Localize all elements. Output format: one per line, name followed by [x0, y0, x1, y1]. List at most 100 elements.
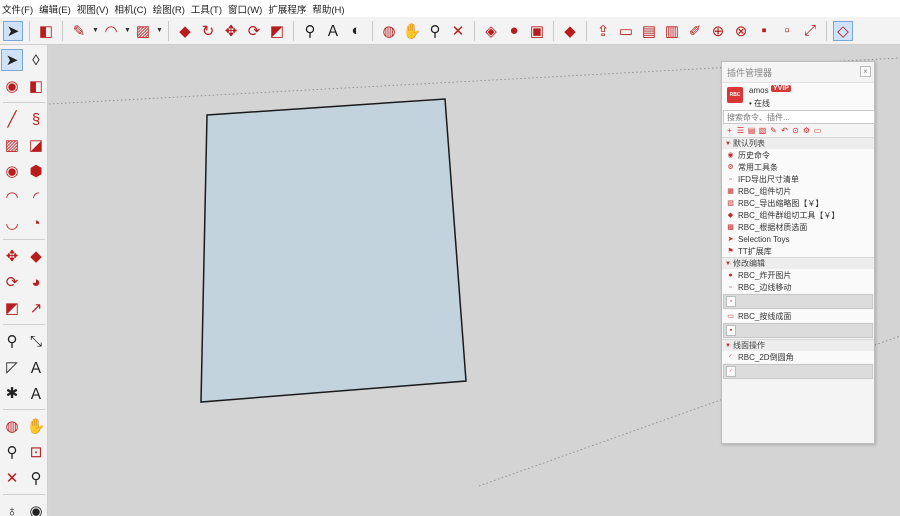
copy-icon[interactable]: ▤ [747, 126, 756, 135]
freehand-icon[interactable]: § [25, 108, 47, 130]
make-component-icon[interactable]: ◊ [25, 49, 47, 71]
plugin-item[interactable]: ▩ RBC_根据材质选面 [722, 221, 874, 233]
three-point-arc-icon[interactable]: ◡ [1, 212, 23, 234]
follow-me-icon[interactable]: ◕ [25, 271, 47, 293]
category-modify-edit[interactable]: ▼ 修改编辑 [722, 257, 874, 269]
new-file-icon[interactable]: ▤ [639, 21, 659, 41]
plugin-item[interactable]: ⚑ TT扩展库 [722, 245, 874, 257]
rectangle-icon[interactable]: ▨ [1, 134, 23, 156]
select-arrow-icon[interactable]: ➤ [3, 20, 23, 41]
axes-icon[interactable]: ✱ [1, 382, 23, 404]
plugin-item[interactable]: ▭ RBC_按线成面 [722, 310, 874, 322]
scale-icon[interactable]: ◩ [1, 297, 23, 319]
zoom-icon[interactable]: ⚲ [425, 21, 445, 41]
plugin-item[interactable]: ▫ RBC_边线移动 [722, 281, 874, 293]
plugin-item[interactable]: ▦ RBC_组件切片 [722, 185, 874, 197]
select-icon[interactable]: ➤ [1, 49, 23, 71]
paint-icon[interactable]: ◉ [1, 75, 23, 97]
pm-icon[interactable]: ▪ [754, 21, 774, 41]
menu-window[interactable]: 窗口(W) [226, 2, 266, 16]
extension-gem-icon[interactable]: ◇ [833, 20, 853, 41]
download-icon[interactable]: ⊕ [708, 21, 728, 41]
rotate-icon[interactable]: ⟳ [244, 21, 264, 41]
orbit-icon[interactable]: ◍ [1, 415, 23, 437]
menu-view[interactable]: 视图(V) [75, 2, 113, 16]
text-icon[interactable]: Ａ [323, 21, 343, 41]
pie-icon[interactable]: ◔ [25, 212, 47, 234]
list-icon[interactable]: ☰ [736, 126, 745, 135]
font-icon[interactable]: ▫ [777, 21, 797, 41]
search-box[interactable] [723, 110, 875, 124]
zoom-extents-icon[interactable]: ✕ [1, 467, 23, 489]
menu-file[interactable]: 文件(F) [0, 2, 37, 16]
pencil-icon[interactable]: ✎ [69, 21, 89, 41]
move-icon[interactable]: ✥ [221, 21, 241, 41]
two-point-arc-icon[interactable]: ◜ [25, 186, 47, 208]
look-around-icon[interactable]: ◉ [25, 500, 47, 516]
chevron-down-icon[interactable]: ▼ [92, 27, 99, 34]
plugin-item[interactable]: ▫ IFD导出尺寸清单 [722, 173, 874, 185]
plugin-item[interactable]: ◆ RBC_组件群组切工具【￥】 [722, 209, 874, 221]
settings-icon[interactable]: ⚙ [802, 126, 811, 135]
pan-icon[interactable]: ✋ [25, 415, 47, 437]
plugin-slot[interactable]: ▪ [723, 323, 873, 338]
scale-icon[interactable]: ◩ [267, 21, 287, 41]
zoom-window-icon[interactable]: ⊡ [25, 441, 47, 463]
eraser-icon[interactable]: ◧ [25, 75, 47, 97]
3d-text-icon[interactable]: Ａ [25, 382, 47, 404]
text-icon[interactable]: Ａ [25, 356, 47, 378]
edit-icon[interactable]: ✎ [769, 126, 778, 135]
plugin-item[interactable]: ● RBC_炸开图片 [722, 269, 874, 281]
zoom-extents-icon[interactable]: ✕ [448, 21, 468, 41]
tape-measure-icon[interactable]: ⚲ [1, 330, 23, 352]
previous-view-icon[interactable]: ⚲ [25, 467, 47, 489]
close-icon[interactable]: × [860, 66, 871, 77]
export-icon[interactable]: ⇪ [593, 21, 613, 41]
line-icon[interactable]: ╱ [1, 108, 23, 130]
menu-help[interactable]: 帮助(H) [310, 2, 348, 16]
rectangle-icon[interactable]: ▨ [133, 21, 153, 41]
plugin-item[interactable]: ⚙ 常用工具条 [722, 161, 874, 173]
follow-me-icon[interactable]: ↻ [198, 21, 218, 41]
pan-icon[interactable]: ✋ [402, 21, 422, 41]
paint-bucket-icon[interactable]: ◐ [346, 21, 366, 41]
arc-icon[interactable]: ◠ [1, 186, 23, 208]
menu-edit[interactable]: 编辑(E) [37, 2, 75, 16]
plugin-item[interactable]: ➤ Selection Toys [722, 233, 874, 245]
styles-icon[interactable]: ▣ [527, 21, 547, 41]
materials-icon[interactable]: ● [504, 21, 524, 41]
push-pull-icon[interactable]: ◆ [25, 245, 47, 267]
position-camera-icon[interactable]: ♁ [1, 500, 23, 516]
push-pull-icon[interactable]: ◆ [175, 21, 195, 41]
upload-icon[interactable]: ⊗ [731, 21, 751, 41]
replace-file-icon[interactable]: ▥ [662, 21, 682, 41]
eraser-icon[interactable]: ◧ [36, 21, 56, 41]
rectangle-face[interactable] [200, 98, 467, 403]
rotated-rectangle-icon[interactable]: ◪ [25, 134, 47, 156]
plugin-slot[interactable]: ◜ [723, 364, 873, 379]
orbit-icon[interactable]: ◍ [379, 21, 399, 41]
plugin-item[interactable]: ▧ RBC_导出缩略图【￥】 [722, 197, 874, 209]
arc-icon[interactable]: ◠ [101, 21, 121, 41]
category-line-face-ops[interactable]: ▼ 线面操作 [722, 339, 874, 351]
zoom-icon[interactable]: ⚲ [1, 441, 23, 463]
menu-draw[interactable]: 绘图(R) [151, 2, 189, 16]
search-input[interactable] [727, 112, 874, 122]
polygon-icon[interactable]: ⬢ [25, 160, 47, 182]
tape-measure-icon[interactable]: ⚲ [300, 21, 320, 41]
category-default-list[interactable]: ▼ 默认列表 [722, 137, 874, 149]
chevron-down-icon[interactable]: ▼ [156, 27, 163, 34]
add-icon[interactable]: + [725, 126, 734, 135]
expand-icon[interactable]: ⤢ [800, 21, 820, 41]
folder-icon[interactable]: ▭ [813, 126, 822, 135]
rotate-icon[interactable]: ⟳ [1, 271, 23, 293]
dimension-icon[interactable]: ⤡ [25, 330, 47, 352]
chevron-down-icon[interactable]: ▼ [124, 27, 131, 34]
undo-icon[interactable]: ↶ [780, 126, 789, 135]
record-icon[interactable]: ⊙ [791, 126, 800, 135]
warehouse-icon[interactable]: ◆ [560, 21, 580, 41]
move-icon[interactable]: ✥ [1, 245, 23, 267]
plugin-item[interactable]: ◜ RBC_2D倒圆角 [722, 351, 874, 363]
folder-icon[interactable]: ▭ [616, 21, 636, 41]
menu-camera[interactable]: 相机(C) [112, 2, 150, 16]
